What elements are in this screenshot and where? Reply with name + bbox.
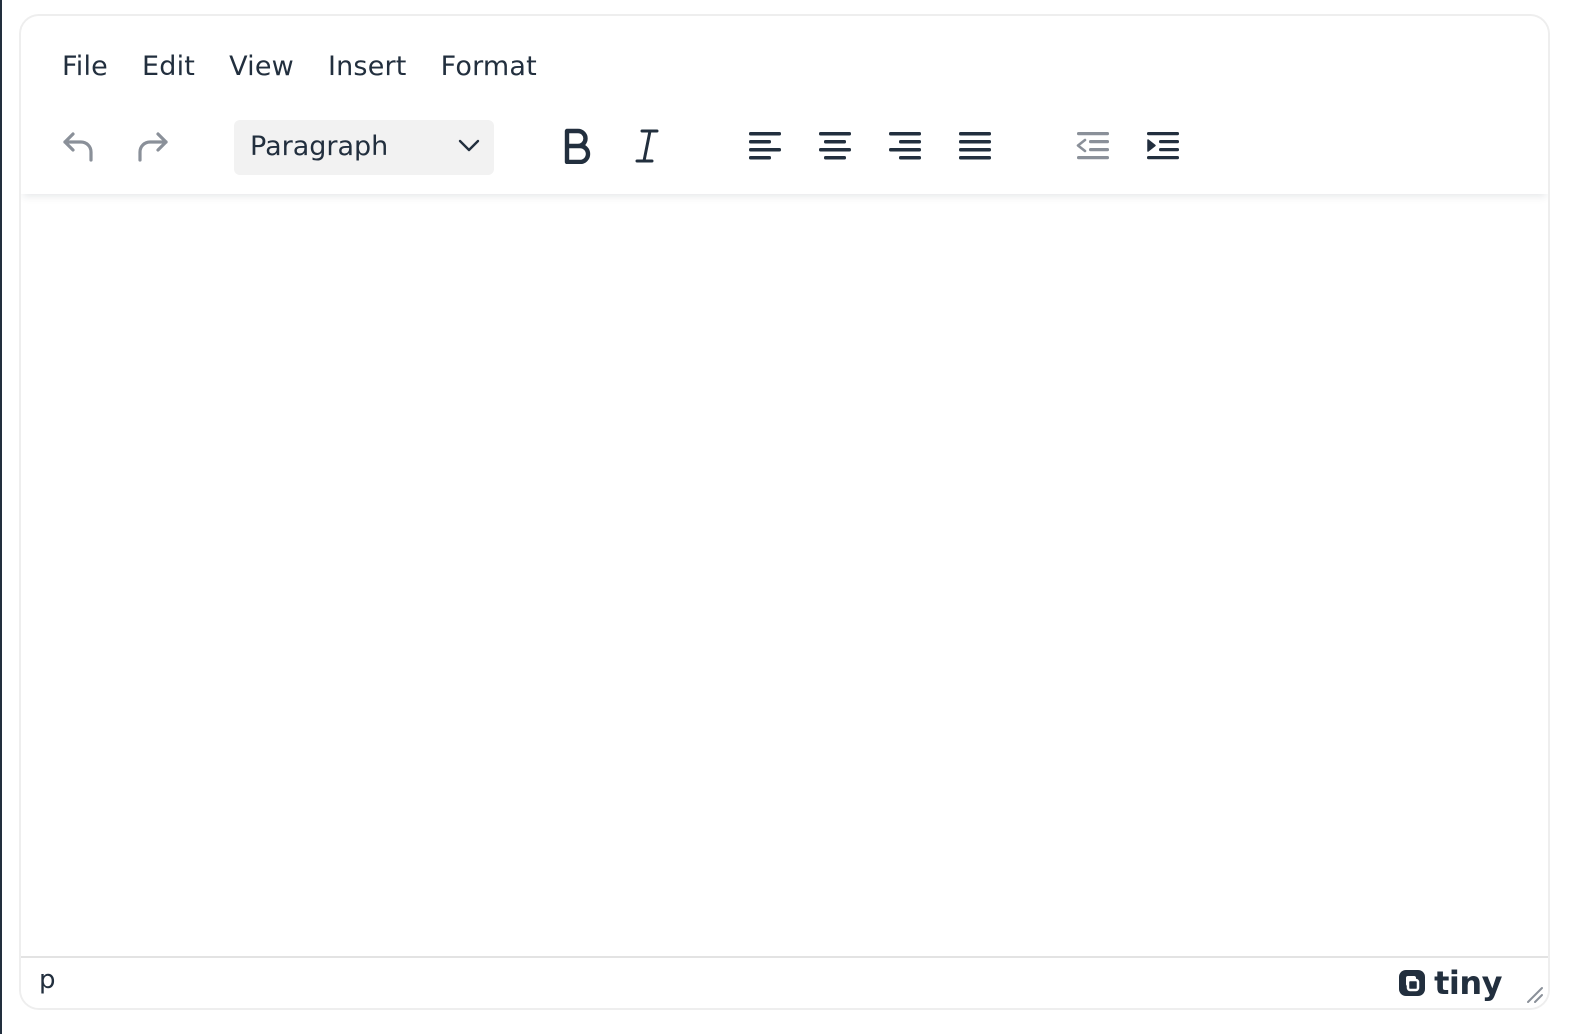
tiny-logo-icon — [1399, 970, 1426, 996]
indent-button[interactable] — [1137, 120, 1189, 172]
rich-text-editor: File Edit View Insert Format Paragraph p… — [19, 14, 1550, 1010]
italic-icon — [635, 129, 659, 163]
redo-button[interactable] — [126, 120, 178, 172]
align-justify-button[interactable] — [949, 120, 1001, 172]
block-format-select[interactable]: Paragraph — [234, 120, 494, 175]
menu-insert[interactable]: Insert — [311, 42, 424, 92]
menu-edit[interactable]: Edit — [125, 42, 212, 92]
menu-file[interactable]: File — [45, 42, 125, 92]
block-format-value: Paragraph — [250, 131, 389, 162]
tiny-branding-link[interactable]: tiny — [1396, 964, 1502, 1002]
resize-handle-icon[interactable] — [1522, 982, 1544, 1004]
align-center-button[interactable] — [809, 120, 861, 172]
align-justify-icon — [959, 132, 991, 160]
statusbar: p tiny — [21, 956, 1548, 1008]
align-left-icon — [749, 132, 781, 160]
chevron-down-icon — [458, 139, 480, 152]
outdent-button[interactable] — [1067, 120, 1119, 172]
undo-icon — [63, 132, 93, 162]
element-path[interactable]: p — [39, 965, 56, 995]
indent-icon — [1147, 132, 1179, 160]
undo-button[interactable] — [53, 120, 105, 172]
toolbar: Paragraph — [21, 116, 1548, 176]
brand-name: tiny — [1434, 964, 1502, 1002]
redo-icon — [138, 132, 168, 162]
editor-header: File Edit View Insert Format Paragraph — [21, 16, 1548, 194]
align-right-button[interactable] — [879, 120, 931, 172]
editor-content-area[interactable] — [21, 194, 1548, 956]
align-left-button[interactable] — [739, 120, 791, 172]
menu-format[interactable]: Format — [424, 42, 554, 92]
align-right-icon — [889, 132, 921, 160]
menubar: File Edit View Insert Format — [45, 42, 554, 92]
bold-icon — [564, 128, 591, 164]
page-left-edge — [0, 0, 2, 1034]
italic-button[interactable] — [621, 120, 673, 172]
menu-view[interactable]: View — [212, 42, 311, 92]
bold-button[interactable] — [551, 120, 603, 172]
outdent-icon — [1076, 132, 1109, 160]
align-center-icon — [819, 132, 851, 160]
